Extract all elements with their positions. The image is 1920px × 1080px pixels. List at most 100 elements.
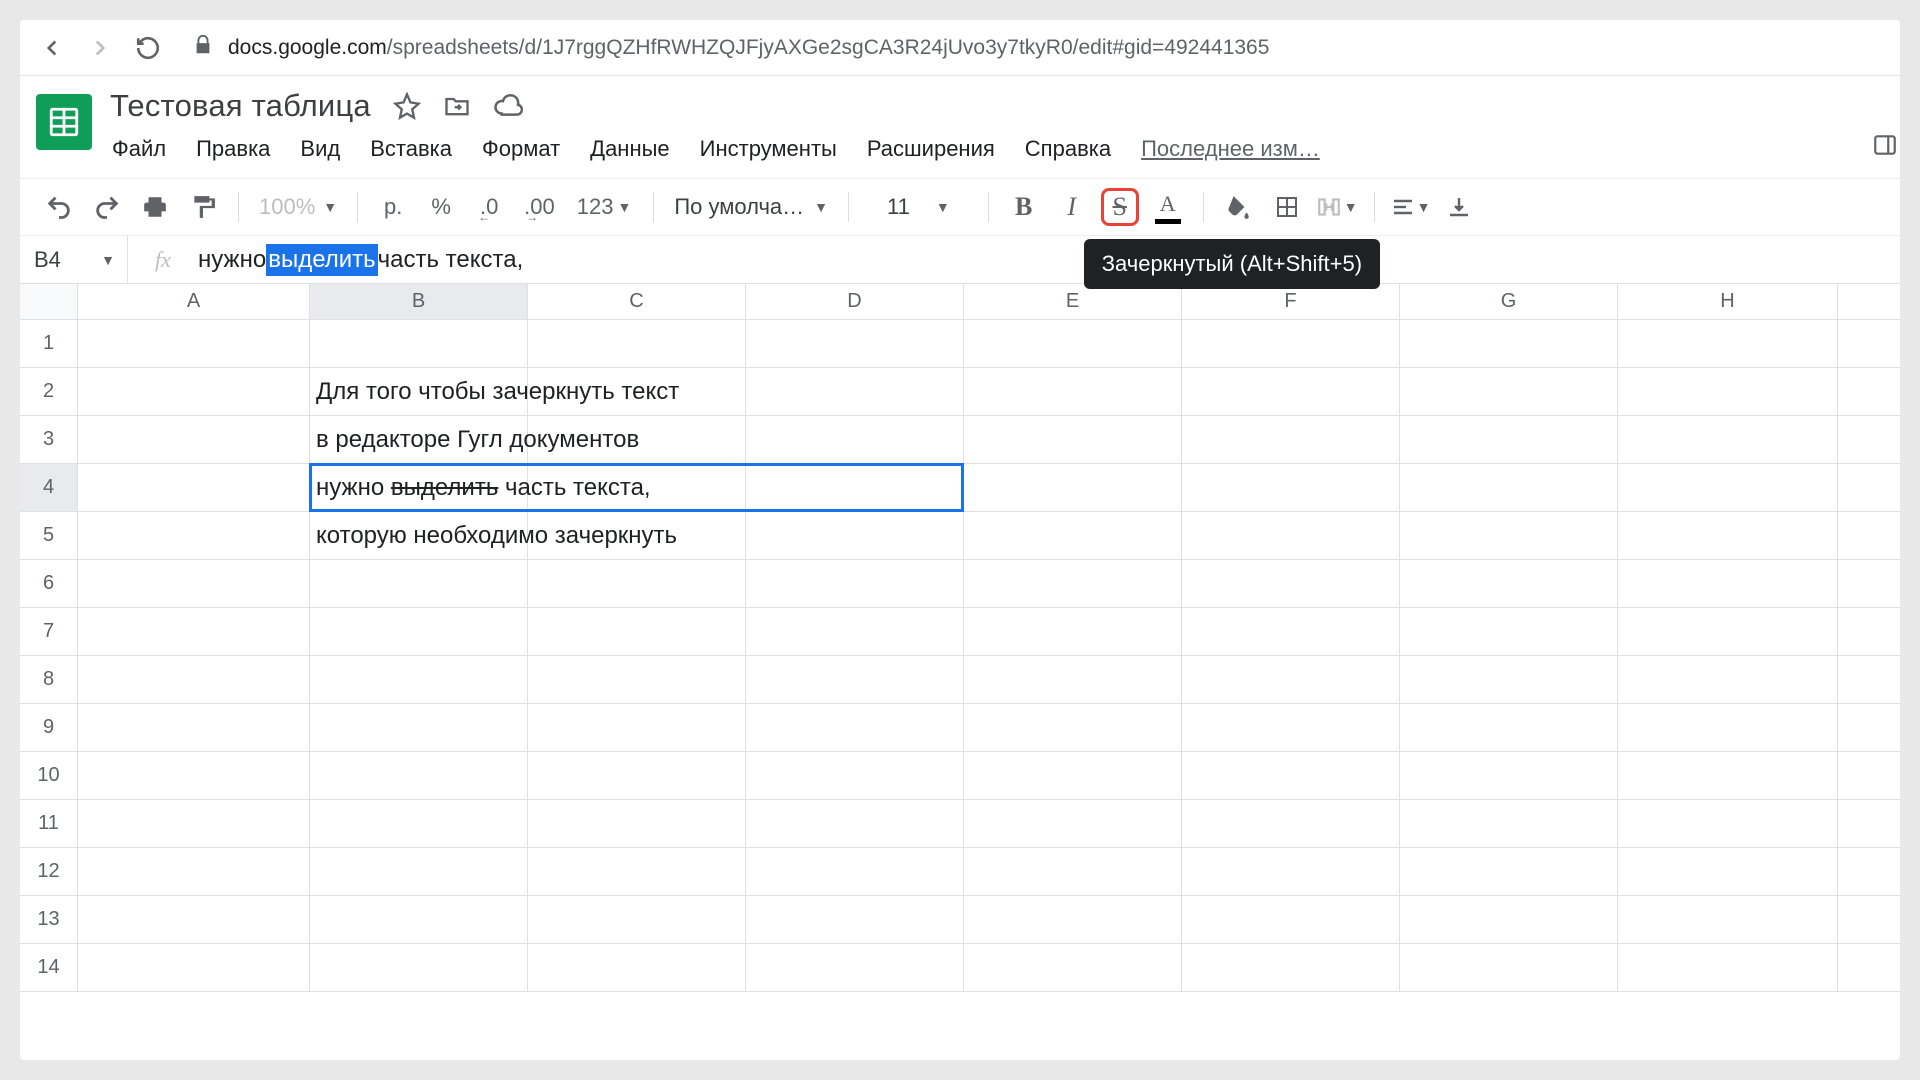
cell-A12[interactable] (78, 848, 310, 895)
cell-A4[interactable] (78, 464, 310, 511)
cell-A9[interactable] (78, 704, 310, 751)
cell-E10[interactable] (964, 752, 1182, 799)
cell-H12[interactable] (1618, 848, 1838, 895)
cell-H11[interactable] (1618, 800, 1838, 847)
cell-E4[interactable] (964, 464, 1182, 511)
cell-F1[interactable] (1182, 320, 1400, 367)
cell-D13[interactable] (746, 896, 964, 943)
row-header-11[interactable]: 11 (20, 800, 78, 847)
cell-A6[interactable] (78, 560, 310, 607)
percent-button[interactable]: % (422, 188, 460, 226)
cell-C4[interactable] (528, 464, 746, 511)
column-header-G[interactable]: G (1400, 284, 1618, 319)
cell-D6[interactable] (746, 560, 964, 607)
cell-F13[interactable] (1182, 896, 1400, 943)
menu-file[interactable]: Файл (110, 132, 168, 166)
cell-H5[interactable] (1618, 512, 1838, 559)
cell-G10[interactable] (1400, 752, 1618, 799)
cell-D3[interactable] (746, 416, 964, 463)
cell-A5[interactable] (78, 512, 310, 559)
cell-B2[interactable]: Для того чтобы зачеркнуть текст (310, 368, 528, 415)
undo-button[interactable] (40, 188, 78, 226)
cell-C6[interactable] (528, 560, 746, 607)
cell-H14[interactable] (1618, 944, 1838, 991)
italic-button[interactable]: I (1053, 188, 1091, 226)
cell-H3[interactable] (1618, 416, 1838, 463)
cell-E1[interactable] (964, 320, 1182, 367)
cell-E8[interactable] (964, 656, 1182, 703)
cell-H2[interactable] (1618, 368, 1838, 415)
cell-D4[interactable] (746, 464, 964, 511)
text-color-button[interactable]: A (1149, 188, 1187, 226)
cell-E2[interactable] (964, 368, 1182, 415)
menu-help[interactable]: Справка (1023, 132, 1113, 166)
cell-D8[interactable] (746, 656, 964, 703)
menu-extensions[interactable]: Расширения (865, 132, 997, 166)
forward-button[interactable] (86, 34, 114, 62)
cell-G5[interactable] (1400, 512, 1618, 559)
cell-A7[interactable] (78, 608, 310, 655)
cell-G1[interactable] (1400, 320, 1618, 367)
cell-C8[interactable] (528, 656, 746, 703)
cell-A3[interactable] (78, 416, 310, 463)
cell-F2[interactable] (1182, 368, 1400, 415)
address-bar[interactable]: docs.google.com/spreadsheets/d/1J7rggQZH… (182, 34, 1882, 61)
cell-H7[interactable] (1618, 608, 1838, 655)
cell-G6[interactable] (1400, 560, 1618, 607)
column-header-H[interactable]: H (1618, 284, 1838, 319)
cell-D9[interactable] (746, 704, 964, 751)
font-size-dropdown[interactable]: 11▼ (865, 194, 972, 220)
cell-E14[interactable] (964, 944, 1182, 991)
cell-C5[interactable] (528, 512, 746, 559)
cell-B6[interactable] (310, 560, 528, 607)
cell-D11[interactable] (746, 800, 964, 847)
cell-H6[interactable] (1618, 560, 1838, 607)
horizontal-align-button[interactable]: ▼ (1391, 188, 1431, 226)
cell-B3[interactable]: в редакторе Гугл документов (310, 416, 528, 463)
zoom-dropdown[interactable]: 100%▼ (255, 194, 341, 220)
cell-H4[interactable] (1618, 464, 1838, 511)
cell-B11[interactable] (310, 800, 528, 847)
cell-C12[interactable] (528, 848, 746, 895)
row-header-7[interactable]: 7 (20, 608, 78, 655)
cell-E7[interactable] (964, 608, 1182, 655)
cell-D12[interactable] (746, 848, 964, 895)
cell-B7[interactable] (310, 608, 528, 655)
cell-D14[interactable] (746, 944, 964, 991)
cell-G13[interactable] (1400, 896, 1618, 943)
cell-D5[interactable] (746, 512, 964, 559)
merge-cells-button[interactable]: ▼ (1316, 188, 1358, 226)
menu-view[interactable]: Вид (298, 132, 342, 166)
cell-E6[interactable] (964, 560, 1182, 607)
cloud-status-icon[interactable] (493, 91, 523, 121)
cell-G2[interactable] (1400, 368, 1618, 415)
cell-A2[interactable] (78, 368, 310, 415)
last-edit-link[interactable]: Последнее изм… (1139, 132, 1322, 166)
row-header-10[interactable]: 10 (20, 752, 78, 799)
menu-edit[interactable]: Правка (194, 132, 272, 166)
cell-F7[interactable] (1182, 608, 1400, 655)
cell-G14[interactable] (1400, 944, 1618, 991)
cell-G9[interactable] (1400, 704, 1618, 751)
cell-F11[interactable] (1182, 800, 1400, 847)
menu-insert[interactable]: Вставка (368, 132, 454, 166)
cell-F6[interactable] (1182, 560, 1400, 607)
row-header-2[interactable]: 2 (20, 368, 78, 415)
row-header-6[interactable]: 6 (20, 560, 78, 607)
cell-G8[interactable] (1400, 656, 1618, 703)
cell-F14[interactable] (1182, 944, 1400, 991)
side-panel-toggle-icon[interactable] (1870, 120, 1900, 170)
column-header-A[interactable]: A (78, 284, 310, 319)
cell-G7[interactable] (1400, 608, 1618, 655)
cell-C1[interactable] (528, 320, 746, 367)
column-header-B[interactable]: B (310, 284, 528, 319)
row-header-8[interactable]: 8 (20, 656, 78, 703)
cell-B13[interactable] (310, 896, 528, 943)
currency-button[interactable]: р. (374, 188, 412, 226)
column-header-C[interactable]: C (528, 284, 746, 319)
cell-E9[interactable] (964, 704, 1182, 751)
star-icon[interactable] (393, 92, 421, 120)
fill-color-button[interactable] (1220, 188, 1258, 226)
cell-E11[interactable] (964, 800, 1182, 847)
row-header-3[interactable]: 3 (20, 416, 78, 463)
